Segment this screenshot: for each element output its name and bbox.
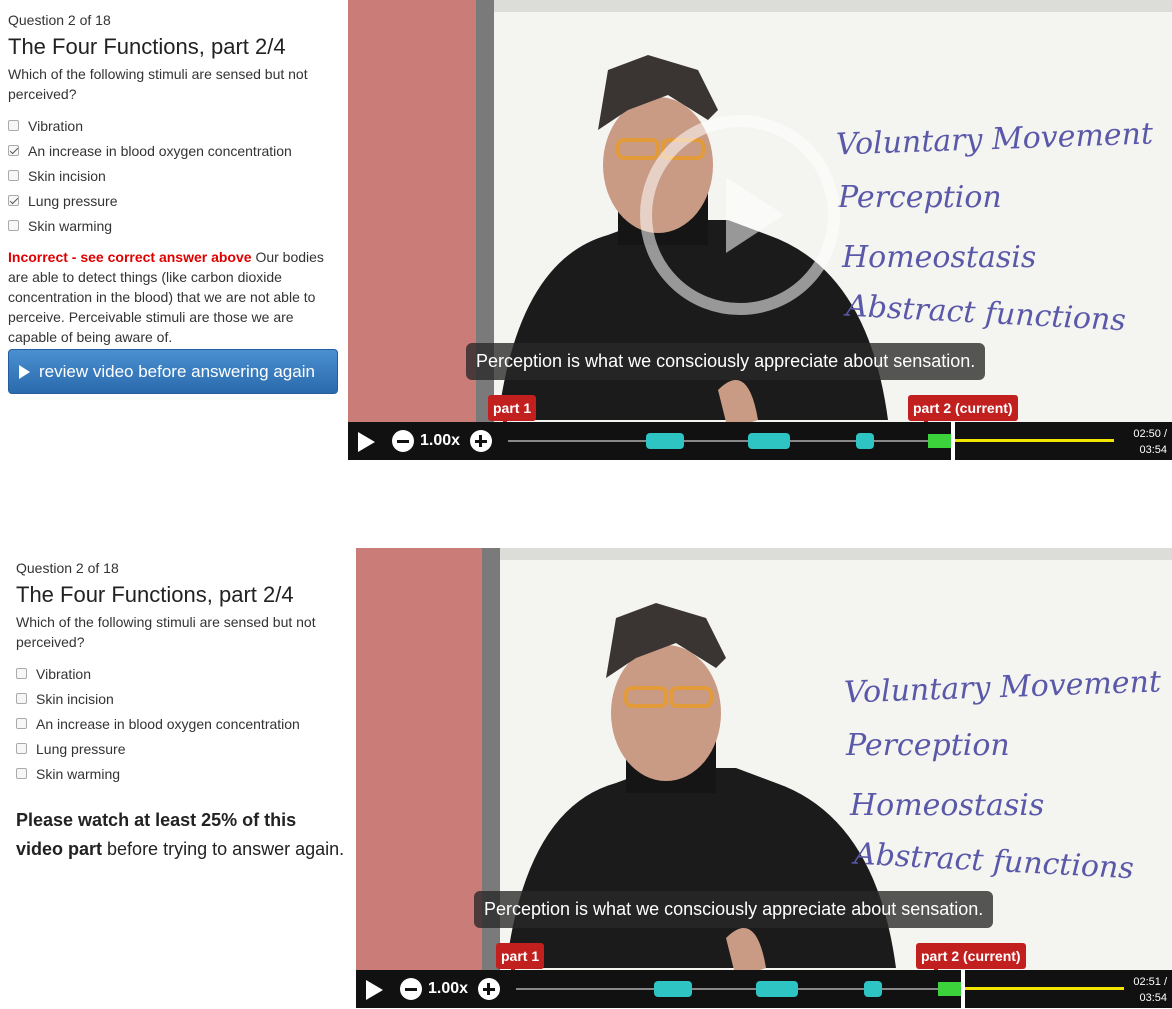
checkbox-checked[interactable] <box>8 195 19 206</box>
question-title: The Four Functions, part 2/4 <box>16 582 294 607</box>
whiteboard-line: Perception <box>838 180 1002 215</box>
option-skin-warming[interactable]: Skin warming <box>16 761 346 786</box>
review-video-button[interactable]: review video before answering again <box>8 349 338 394</box>
current-part-range <box>928 439 1114 442</box>
highlight-segment <box>864 981 882 997</box>
play-icon <box>19 364 30 379</box>
play-button[interactable] <box>366 980 383 1000</box>
option-blood-oxygen[interactable]: An increase in blood oxygen concentratio… <box>8 138 343 163</box>
highlight-segment <box>654 981 692 997</box>
checkbox[interactable] <box>16 693 27 704</box>
question-prompt: Which of the following stimuli are sense… <box>16 614 316 650</box>
play-button[interactable] <box>358 432 375 452</box>
question-prompt: Which of the following stimuli are sense… <box>8 66 308 102</box>
option-lung-pressure[interactable]: Lung pressure <box>16 736 346 761</box>
highlight-segment <box>748 433 790 449</box>
speed-decrease-button[interactable] <box>392 430 414 452</box>
quiz-panel-1: Question 2 of 18 The Four Functions, par… <box>8 12 343 394</box>
speed-increase-button[interactable] <box>478 978 500 1000</box>
whiteboard-line: Homeostasis <box>842 240 1037 275</box>
option-label: An increase in blood oxygen concentratio… <box>36 715 300 732</box>
time-total: 03:54 <box>1139 444 1167 456</box>
subtitle-caption: Perception is what we consciously apprec… <box>474 891 994 928</box>
video-player-2[interactable]: Voluntary Movement Perception Homeostasi… <box>356 548 1172 1008</box>
answer-options: Vibration An increase in blood oxygen co… <box>8 113 343 238</box>
incorrect-label: Incorrect - see correct answer above <box>8 249 252 265</box>
time-current: 02:51 / <box>1133 976 1167 988</box>
option-label: Skin warming <box>36 765 121 782</box>
option-skin-incision[interactable]: Skin incision <box>16 686 346 711</box>
whiteboard-line: Homeostasis <box>850 788 1045 823</box>
question-title: The Four Functions, part 2/4 <box>8 34 286 59</box>
quiz-panel-2: Question 2 of 18 The Four Functions, par… <box>16 560 346 864</box>
checkbox-checked[interactable] <box>8 145 19 156</box>
question-number: Question 2 of 18 <box>8 12 111 28</box>
option-label: Skin incision <box>28 167 106 184</box>
watched-range <box>928 434 952 448</box>
whiteboard-line: Perception <box>846 728 1010 763</box>
seek-handle[interactable] <box>961 970 965 1008</box>
option-vibration[interactable]: Vibration <box>8 113 343 138</box>
checkbox[interactable] <box>16 718 27 729</box>
time-total: 03:54 <box>1139 992 1167 1004</box>
checkbox[interactable] <box>8 170 19 181</box>
option-label: Skin warming <box>28 217 113 234</box>
highlight-segment <box>856 433 874 449</box>
option-skin-warming[interactable]: Skin warming <box>8 213 343 238</box>
speed-increase-button[interactable] <box>470 430 492 452</box>
speed-decrease-button[interactable] <box>400 978 422 1000</box>
option-label: Skin incision <box>36 690 114 707</box>
minus-icon <box>397 440 409 443</box>
part1-marker[interactable]: part 1 <box>488 395 537 421</box>
option-label: Lung pressure <box>28 192 118 209</box>
option-label: An increase in blood oxygen concentratio… <box>28 142 292 159</box>
video-frame <box>356 548 1172 1008</box>
time-current: 02:50 / <box>1133 428 1167 440</box>
option-skin-incision[interactable]: Skin incision <box>8 163 343 188</box>
watched-range <box>938 982 962 996</box>
time-display: 02:50 / 03:54 <box>1133 426 1167 458</box>
current-part-range <box>938 987 1124 990</box>
big-play-button[interactable] <box>640 115 840 315</box>
part2-marker[interactable]: part 2 (current) <box>908 395 1018 421</box>
control-bar: 1.00x 02:51 / 03:54 <box>356 970 1172 1008</box>
playback-speed: 1.00x <box>420 432 461 449</box>
option-vibration[interactable]: Vibration <box>16 661 346 686</box>
part2-marker[interactable]: part 2 (current) <box>916 943 1026 969</box>
highlight-segment <box>646 433 684 449</box>
watch-requirement-rest: before trying to answer again. <box>102 839 345 859</box>
feedback: Incorrect - see correct answer above Our… <box>8 247 343 347</box>
time-display: 02:51 / 03:54 <box>1133 974 1167 1006</box>
option-lung-pressure[interactable]: Lung pressure <box>8 188 343 213</box>
checkbox[interactable] <box>16 768 27 779</box>
option-blood-oxygen[interactable]: An increase in blood oxygen concentratio… <box>16 711 346 736</box>
review-button-label: review video before answering again <box>39 361 315 381</box>
question-number: Question 2 of 18 <box>16 560 119 576</box>
subtitle-caption: Perception is what we consciously apprec… <box>466 343 986 380</box>
control-bar: 1.00x 02:50 / 03:54 <box>348 422 1172 460</box>
watch-requirement-message: Please watch at least 25% of this video … <box>16 806 346 864</box>
option-label: Vibration <box>28 117 84 134</box>
play-icon <box>726 177 784 253</box>
answer-options: Vibration Skin incision An increase in b… <box>16 661 346 786</box>
option-label: Lung pressure <box>36 740 126 757</box>
checkbox[interactable] <box>8 220 19 231</box>
checkbox[interactable] <box>16 668 27 679</box>
seek-handle[interactable] <box>951 422 955 460</box>
checkbox[interactable] <box>8 120 19 131</box>
option-label: Vibration <box>36 665 92 682</box>
video-player-1[interactable]: Voluntary Movement Perception Homeostasi… <box>348 0 1172 460</box>
part1-marker[interactable]: part 1 <box>496 943 545 969</box>
playback-speed: 1.00x <box>428 980 469 997</box>
checkbox[interactable] <box>16 743 27 754</box>
minus-icon <box>405 988 417 991</box>
highlight-segment <box>756 981 798 997</box>
